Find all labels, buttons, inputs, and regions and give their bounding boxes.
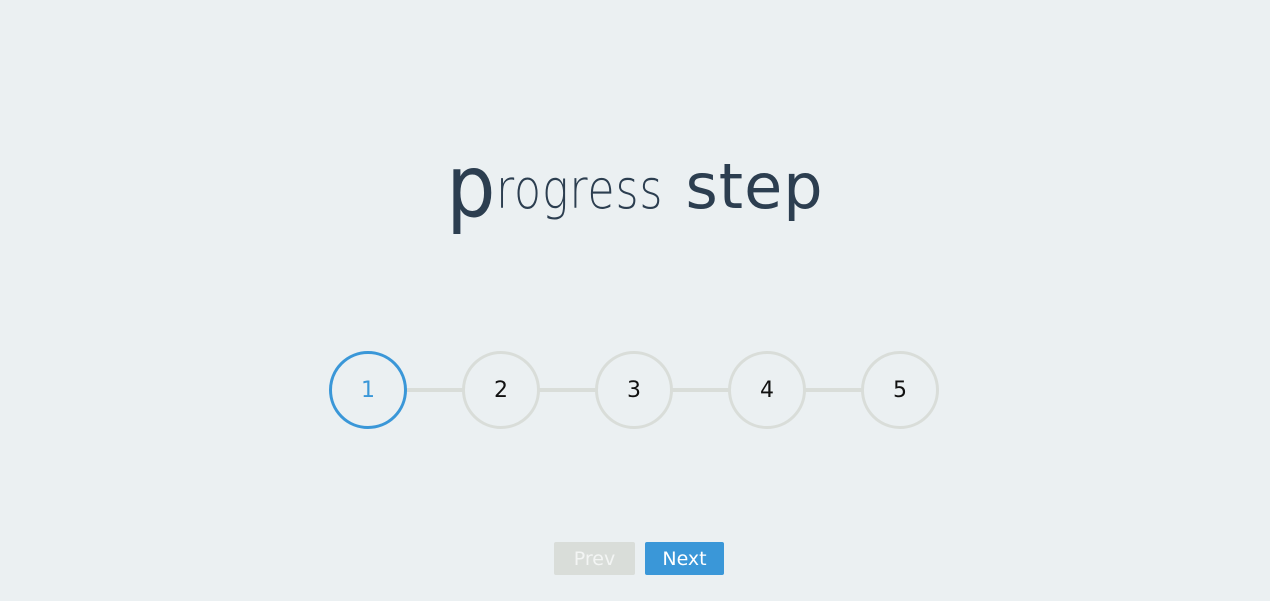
title-bold-word: step — [685, 150, 824, 224]
step-4[interactable]: 4 — [728, 351, 806, 429]
step-1[interactable]: 1 — [329, 351, 407, 429]
title-first-letter: p — [446, 137, 496, 238]
progress-steps: 1 2 3 4 5 — [329, 351, 939, 429]
next-button[interactable]: Next — [645, 542, 724, 575]
page-title: progress step — [0, 129, 1270, 237]
step-3[interactable]: 3 — [595, 351, 673, 429]
step-5[interactable]: 5 — [861, 351, 939, 429]
prev-button[interactable]: Prev — [554, 542, 635, 575]
step-2[interactable]: 2 — [462, 351, 540, 429]
title-rest: rogress — [495, 158, 663, 222]
